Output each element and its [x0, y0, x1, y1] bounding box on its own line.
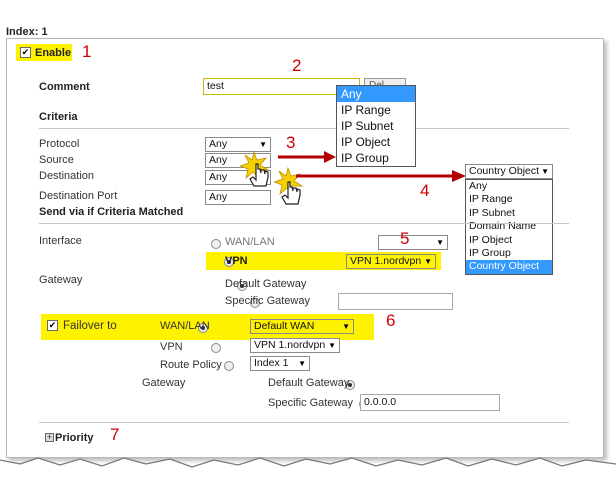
failover-wan-value: Default WAN — [254, 320, 315, 332]
destination-port-value: Any — [209, 191, 228, 203]
failover-wan-select[interactable]: Default WAN ▼ — [250, 319, 354, 334]
destination-option-ip-subnet[interactable]: IP Subnet — [466, 207, 552, 220]
destination-port-label: Destination Port — [39, 190, 118, 202]
vpn-label: VPN — [225, 255, 248, 267]
chevron-down-icon: ▼ — [436, 238, 444, 247]
wan-select[interactable]: ▼ — [378, 235, 448, 250]
annotation-5: 5 — [400, 229, 410, 248]
chevron-down-icon: ▼ — [541, 167, 549, 176]
default-gateway-label: Default Gateway — [225, 278, 307, 290]
route-policy-label: Route Policy — [160, 359, 222, 371]
criteria-divider — [39, 128, 569, 129]
source-option-ip-range[interactable]: IP Range — [337, 102, 415, 118]
annotation-6: 6 — [386, 311, 396, 330]
priority-label: Priority — [55, 432, 94, 444]
send-via-divider — [39, 223, 569, 224]
destination-option-ip-group[interactable]: IP Group — [466, 247, 552, 260]
destination-option-ip-range[interactable]: IP Range — [466, 193, 552, 206]
send-via-title: Send via if Criteria Matched — [39, 206, 184, 218]
destination-option-any[interactable]: Any — [466, 180, 552, 193]
index-label: Index: 1 — [6, 26, 48, 38]
chevron-down-icon: ▼ — [342, 322, 350, 331]
criteria-title: Criteria — [39, 111, 78, 123]
failover-label: Failover to — [63, 320, 117, 332]
route-policy-select[interactable]: Index 1 ▼ — [250, 356, 310, 371]
chevron-down-icon: ▼ — [424, 257, 432, 266]
destination-country-value: Country Object — [469, 165, 540, 177]
failover-specific-gateway-input[interactable]: 0.0.0.0 — [360, 394, 500, 411]
source-option-any[interactable]: Any — [337, 86, 415, 102]
failover-specific-gateway-label: Specific Gateway — [268, 397, 353, 409]
annotation-1: 1 — [82, 42, 92, 61]
vpn-value: VPN 1.nordvpn — [350, 255, 422, 267]
failover-gateway-label: Gateway — [142, 377, 186, 389]
priority-divider — [39, 422, 569, 423]
specific-gateway-input[interactable] — [338, 293, 453, 310]
arrow-to-destination-dropdown — [296, 170, 466, 182]
annotation-4: 4 — [420, 181, 430, 200]
hand-cursor-icon — [240, 150, 270, 187]
expand-plus-icon[interactable]: + — [45, 433, 54, 442]
source-option-ip-group[interactable]: IP Group — [337, 150, 415, 166]
route-policy-value: Index 1 — [254, 357, 289, 369]
destination-option-ip-object[interactable]: IP Object — [466, 234, 552, 247]
source-dropdown-list: Any IP Range IP Subnet IP Object IP Grou… — [336, 85, 416, 167]
vpn-select[interactable]: VPN 1.nordvpn ▼ — [346, 254, 436, 269]
annotation-7: 7 — [110, 425, 120, 444]
gateway-label: Gateway — [39, 274, 83, 286]
protocol-label: Protocol — [39, 138, 80, 150]
torn-edge — [0, 457, 616, 483]
failover-checkbox[interactable]: ✔ — [47, 320, 58, 331]
interface-label: Interface — [39, 235, 82, 247]
destination-label: Destination — [39, 170, 95, 182]
failover-vpn-label: VPN — [160, 341, 183, 353]
chevron-down-icon: ▼ — [328, 341, 336, 350]
destination-country-select[interactable]: Country Object ▼ — [465, 164, 553, 179]
failover-vpn-select[interactable]: VPN 1.nordvpn ▼ — [250, 338, 340, 353]
comment-label: Comment — [39, 81, 90, 93]
source-option-ip-subnet[interactable]: IP Subnet — [337, 118, 415, 134]
enable-checkbox[interactable]: ✔ — [20, 47, 31, 58]
failover-default-gateway-label: Default Gateway — [268, 377, 350, 389]
specific-gateway-label: Specific Gateway — [225, 295, 310, 307]
destination-port-select[interactable]: Any — [205, 190, 271, 205]
annotation-2: 2 — [292, 56, 302, 75]
source-label: Source — [39, 154, 74, 166]
failover-wan-label: WAN/LAN — [160, 320, 210, 332]
destination-value: Any — [209, 171, 228, 183]
destination-dropdown-list: Any IP Range IP Subnet Domain Name IP Ob… — [465, 179, 553, 275]
source-value: Any — [209, 154, 228, 166]
chevron-down-icon: ▼ — [298, 359, 306, 368]
source-option-ip-object[interactable]: IP Object — [337, 134, 415, 150]
protocol-value: Any — [209, 138, 228, 150]
failover-vpn-value: VPN 1.nordvpn — [254, 339, 326, 351]
enable-label: Enable — [35, 47, 72, 59]
wan-lan-label: WAN/LAN — [225, 236, 275, 248]
destination-option-country-object[interactable]: Country Object — [466, 260, 552, 274]
arrow-to-source-dropdown — [278, 151, 336, 163]
